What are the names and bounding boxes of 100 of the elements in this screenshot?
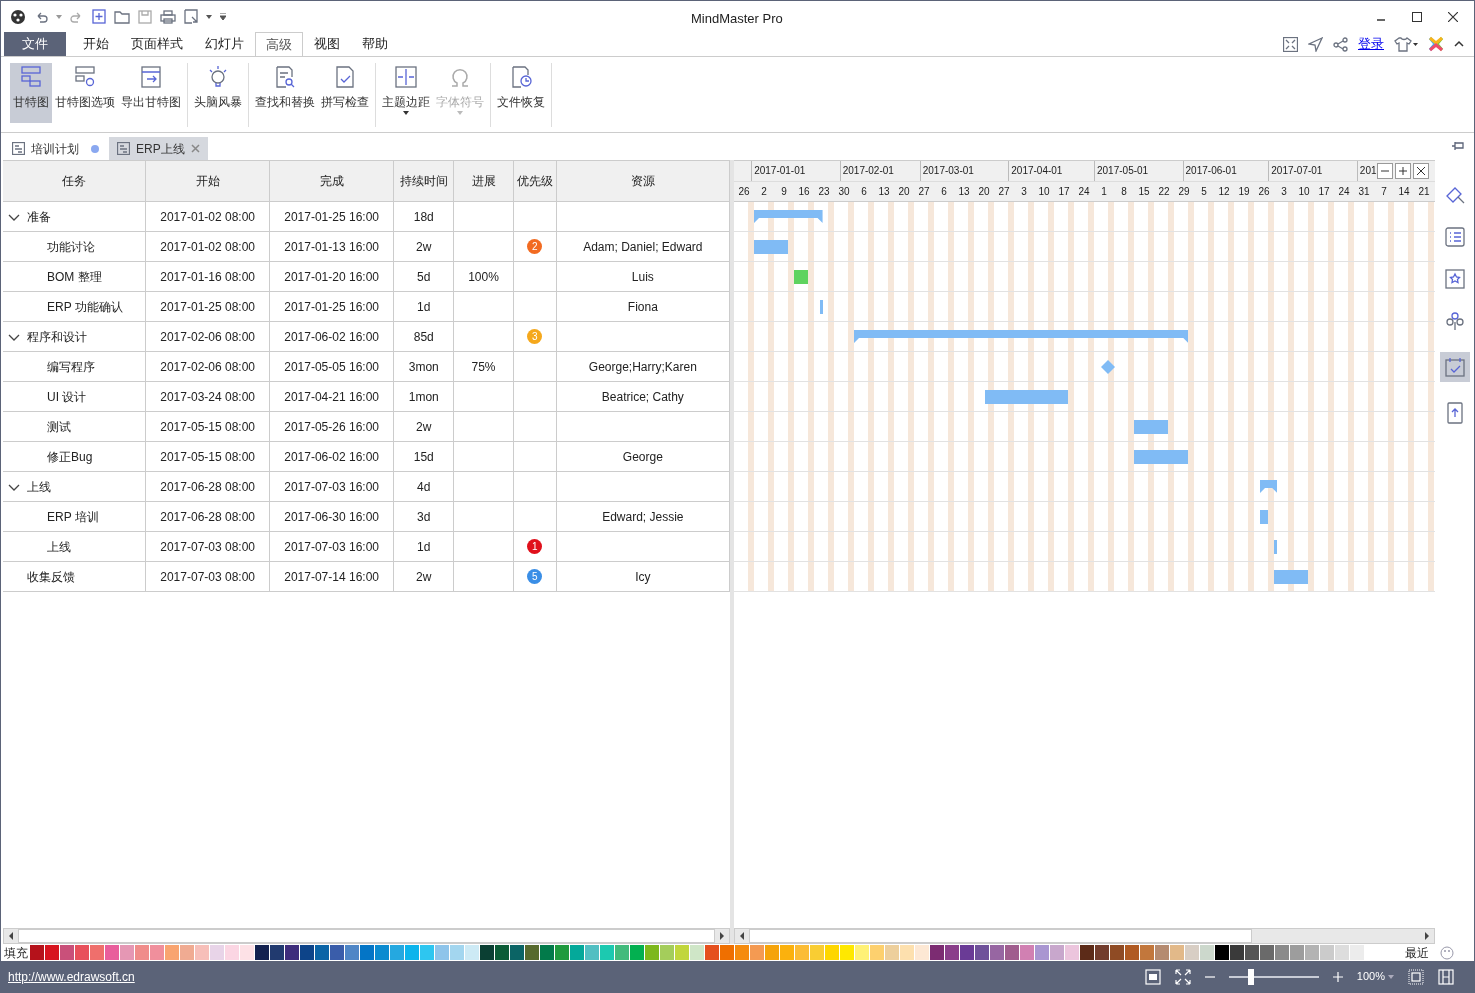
table-cell: Luis xyxy=(556,262,730,292)
table-cell: 2017-07-03 08:00 xyxy=(146,532,270,562)
ribbon-button[interactable]: 查找和替换 xyxy=(252,63,318,123)
menu-tab[interactable]: 高级 xyxy=(255,32,303,56)
day-label: 17 xyxy=(1057,185,1071,199)
table-cell: 2017-06-30 16:00 xyxy=(269,502,395,532)
month-label: 2017-05-01 xyxy=(1094,161,1149,181)
column-header[interactable]: 资源 xyxy=(556,161,730,201)
table-cell: 2017-01-25 16:00 xyxy=(269,202,395,232)
ribbon-button[interactable]: 导出甘特图 xyxy=(118,63,184,123)
ribbon-button[interactable]: 主题边距 xyxy=(379,63,433,123)
table-cell: 15d xyxy=(394,442,455,472)
task-name: 上线 xyxy=(47,538,71,556)
day-label: 10 xyxy=(1297,185,1311,199)
task-name: 收集反馈 xyxy=(27,568,75,586)
table-cell: 2017-05-15 08:00 xyxy=(146,412,270,442)
day-label: 3 xyxy=(1280,185,1288,199)
column-header[interactable]: 任务 xyxy=(3,161,147,201)
ribbon-button[interactable]: 甘特图选项 xyxy=(52,63,118,123)
login-link[interactable]: 登录 xyxy=(1358,34,1384,54)
menu-tab[interactable]: 文件 xyxy=(4,32,66,56)
table-cell: Icy xyxy=(556,562,730,592)
month-label: 2017-02-01 xyxy=(839,161,894,181)
priority-badge: 2 xyxy=(527,239,543,254)
table-cell: 2017-07-14 16:00 xyxy=(269,562,395,592)
day-label: 6 xyxy=(860,185,868,199)
day-label: 17 xyxy=(1317,185,1331,199)
day-label: 13 xyxy=(877,185,891,199)
recent-colors-label[interactable]: 最近 xyxy=(1405,943,1429,962)
task-name: 编写程序 xyxy=(47,358,95,376)
table-cell: 2017-01-25 08:00 xyxy=(146,292,270,322)
ribbon-button[interactable]: 甘特图 xyxy=(10,63,52,123)
task-name: 修正Bug xyxy=(47,448,93,466)
table-cell: Adam; Daniel; Edward xyxy=(556,232,730,262)
column-header[interactable]: 完成 xyxy=(269,161,395,201)
table-cell: George xyxy=(556,442,730,472)
task-name: 程序和设计 xyxy=(27,328,87,346)
day-label: 26 xyxy=(1257,185,1271,199)
table-cell: Edward; Jessie xyxy=(556,502,730,532)
month-label: 2017-06-01 xyxy=(1182,161,1237,181)
table-cell: 75% xyxy=(454,352,514,382)
priority-badge: 3 xyxy=(527,329,543,344)
day-label: 24 xyxy=(1337,185,1351,199)
task-name: UI 设计 xyxy=(47,388,87,406)
priority-badge: 5 xyxy=(527,569,543,584)
table-cell: 2017-05-05 16:00 xyxy=(269,352,395,382)
column-header[interactable]: 开始 xyxy=(146,161,270,201)
day-label: 12 xyxy=(1217,185,1231,199)
website-link[interactable]: http://www.edrawsoft.cn xyxy=(8,967,135,986)
day-label: 10 xyxy=(1037,185,1051,199)
table-cell: 2017-01-16 08:00 xyxy=(146,262,270,292)
day-label: 19 xyxy=(1237,185,1251,199)
priority-badge: 1 xyxy=(527,539,543,554)
column-header[interactable]: 进展 xyxy=(454,161,514,201)
table-cell: 3mon xyxy=(394,352,455,382)
table-cell: 1d xyxy=(394,532,455,562)
table-cell: 2017-02-06 08:00 xyxy=(146,322,270,352)
task-name: 测试 xyxy=(47,418,71,436)
table-cell: 2017-06-02 16:00 xyxy=(269,322,395,352)
column-header[interactable]: 持续时间 xyxy=(394,161,455,201)
menu-tab[interactable]: 页面样式 xyxy=(120,32,194,56)
menu-tab[interactable]: 帮助 xyxy=(351,32,399,56)
task-name: ERP 培训 xyxy=(47,508,99,526)
ribbon-button[interactable]: 文件恢复 xyxy=(494,63,548,123)
day-label: 16 xyxy=(797,185,811,199)
day-label: 15 xyxy=(1137,185,1151,199)
ribbon-button[interactable]: 头脑风暴 xyxy=(191,63,245,123)
column-header[interactable]: 优先级 xyxy=(513,161,557,201)
day-label: 29 xyxy=(1177,185,1191,199)
month-label: 2017-01-01 xyxy=(751,161,806,181)
ribbon-button[interactable]: 拼写检查 xyxy=(318,63,372,123)
menu-tab[interactable]: 开始 xyxy=(72,32,120,56)
table-cell: 2017-04-21 16:00 xyxy=(269,382,395,412)
menu-tab[interactable]: 视图 xyxy=(303,32,351,56)
day-label: 8 xyxy=(1120,185,1128,199)
day-label: 6 xyxy=(940,185,948,199)
table-cell: 2017-06-02 16:00 xyxy=(269,442,395,472)
day-label: 27 xyxy=(997,185,1011,199)
table-cell: 2w xyxy=(394,412,455,442)
table-cell: 2w xyxy=(394,232,455,262)
table-cell: Beatrice; Cathy xyxy=(556,382,730,412)
table-cell: 2017-03-24 08:00 xyxy=(146,382,270,412)
zoom-level-dropdown[interactable]: 100% xyxy=(1356,968,1394,985)
day-label: 20 xyxy=(897,185,911,199)
day-label: 7 xyxy=(1380,185,1388,199)
month-label: 2017-07-01 xyxy=(1268,161,1323,181)
table-cell: 2017-05-26 16:00 xyxy=(269,412,395,442)
month-label: 201 xyxy=(1356,161,1377,181)
table-cell: 2w xyxy=(394,562,455,592)
table-cell: Fiona xyxy=(556,292,730,322)
table-cell: 5d xyxy=(394,262,455,292)
task-name: BOM 整理 xyxy=(47,268,102,286)
day-label: 1 xyxy=(1100,185,1108,199)
table-cell: 2017-06-28 08:00 xyxy=(146,472,270,502)
table-cell: 2017-07-03 16:00 xyxy=(269,532,395,562)
table-cell: 2017-01-02 08:00 xyxy=(146,202,270,232)
document-tab[interactable]: ERP上线 xyxy=(109,137,208,160)
day-label: 20 xyxy=(977,185,991,199)
day-label: 2 xyxy=(760,185,768,199)
menu-tab[interactable]: 幻灯片 xyxy=(194,32,255,56)
